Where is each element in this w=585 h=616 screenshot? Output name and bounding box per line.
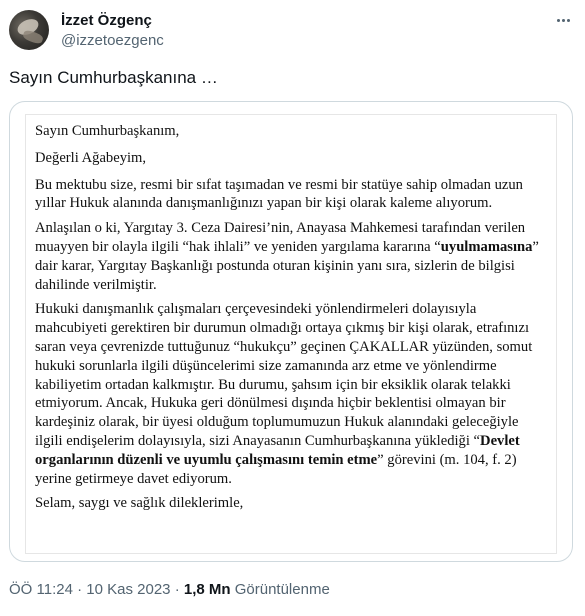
letter-paragraph-3: Hukuki danışmanlık çalışmaları çerçevesi…: [35, 301, 533, 487]
avatar[interactable]: [9, 10, 49, 50]
letter-document: Sayın Cumhurbaşkanım, Değerli Ağabeyim, …: [25, 114, 557, 554]
view-label: Görüntülenme: [230, 581, 330, 598]
tweet: İzzet Özgenç @izzetoezgenc Sayın Cumhurb…: [0, 0, 585, 616]
author-handle[interactable]: @izzetoezgenc: [61, 32, 164, 50]
tweet-text: Sayın Cumhurbaşkanına …: [9, 68, 218, 87]
letter-paragraph-1: Bu mektubu size, resmi bir sıfat taşımad…: [35, 176, 523, 212]
tweet-meta: ÖÖ 11:24 · 10 Kas 2023 · 1,8 Mn Görüntül…: [9, 581, 330, 598]
letter-salutation: Sayın Cumhurbaşkanım,: [35, 123, 180, 139]
letter-greeting: Değerli Ağabeyim,: [35, 149, 147, 166]
letter-text: Sayın Cumhurbaşkanım, Değerli Ağabeyim, …: [35, 122, 545, 519]
letter-paragraph-2: Anlaşılan o ki, Yargıtay 3. Ceza Dairesi…: [35, 220, 539, 293]
letter-closing: Selam, saygı ve sağlık dileklerimle,: [35, 495, 244, 512]
tweet-date[interactable]: 10 Kas 2023: [86, 581, 170, 598]
tweet-image[interactable]: Sayın Cumhurbaşkanım, Değerli Ağabeyim, …: [9, 101, 573, 562]
view-count: 1,8 Mn: [183, 581, 231, 598]
author-name[interactable]: İzzet Özgenç: [61, 12, 152, 30]
tweet-time[interactable]: ÖÖ 11:24: [9, 581, 73, 598]
more-options-icon[interactable]: [553, 10, 573, 30]
tweet-header: İzzet Özgenç @izzetoezgenc: [9, 10, 575, 52]
